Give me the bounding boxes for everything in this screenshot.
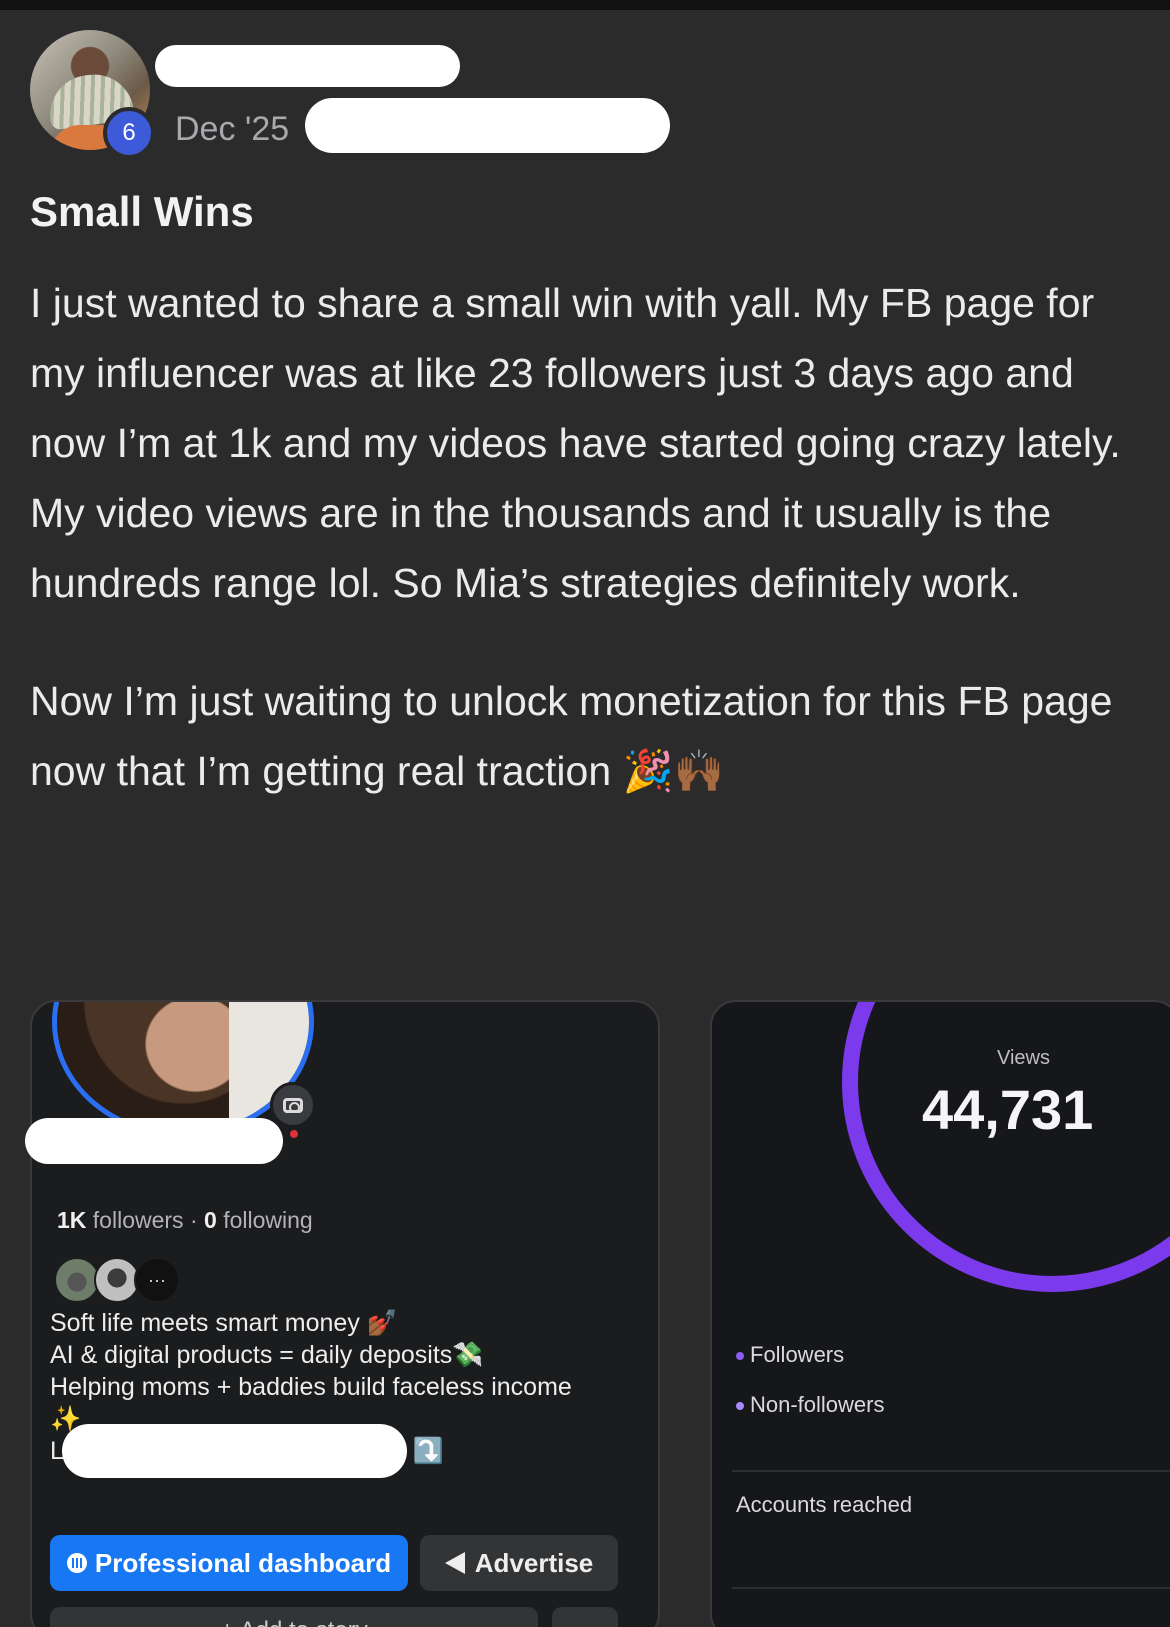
- bio-line: Soft life meets smart money 💅🏾: [50, 1309, 398, 1337]
- legend-non-followers: Non-followers: [736, 1392, 885, 1418]
- mutual-friends-avatars: ···: [54, 1257, 180, 1303]
- divider: [732, 1470, 1170, 1472]
- divider: [732, 1587, 1170, 1589]
- status-dot: [290, 1130, 298, 1138]
- followers-count: 1K: [57, 1207, 87, 1233]
- professional-dashboard-button[interactable]: Professional dashboard: [50, 1535, 408, 1591]
- followers-dot: [736, 1352, 744, 1361]
- insights-screenshot-card[interactable]: Views 44,731 Followers Non-followers Acc…: [710, 1000, 1170, 1627]
- post-date[interactable]: Dec '25: [175, 110, 289, 149]
- views-donut-ring: [842, 1002, 1170, 1292]
- post-paragraph-1: I just wanted to share a small win with …: [30, 280, 1121, 606]
- group-level-badge: 6: [103, 107, 155, 159]
- post-paragraph-2-text: Now I’m just waiting to unlock monetizat…: [30, 678, 1113, 794]
- top-status-bar: [0, 0, 1170, 10]
- dashboard-button-label: Professional dashboard: [94, 1547, 392, 1578]
- redacted-author-name: [155, 45, 460, 87]
- celebration-emoji: 🎉🙌🏾: [622, 747, 725, 795]
- redacted-profile-link: [62, 1424, 407, 1478]
- bio-line: AI & digital products = daily deposits💸: [50, 1341, 484, 1369]
- views-value: 44,731: [922, 1078, 1094, 1141]
- dashboard-icon: [66, 1553, 87, 1573]
- post-title: Small Wins: [30, 188, 254, 235]
- more-options-button[interactable]: [552, 1607, 618, 1627]
- advertise-button-label: Advertise: [474, 1547, 594, 1578]
- redacted-post-meta: [305, 98, 670, 153]
- more-friends-icon: ···: [134, 1257, 180, 1303]
- views-label: Views: [997, 1047, 1050, 1069]
- add-to-story-button[interactable]: + Add to story: [50, 1607, 538, 1627]
- post-paragraph-2: Now I’m just waiting to unlock monetizat…: [30, 666, 1140, 806]
- bio-line: Helping moms + baddies build faceless in…: [50, 1373, 572, 1401]
- following-count: 0: [204, 1207, 217, 1233]
- accounts-reached-label: Accounts reached: [736, 1492, 913, 1517]
- non-followers-dot: [736, 1402, 744, 1411]
- profile-screenshot-card[interactable]: 1K followers · 0 following ··· Soft life…: [30, 1000, 660, 1627]
- following-label: following: [223, 1207, 313, 1233]
- profile-stats: 1K followers · 0 following: [57, 1207, 313, 1234]
- post-body: I just wanted to share a small win with …: [30, 268, 1140, 806]
- legend-followers: Followers: [736, 1342, 844, 1368]
- camera-icon: [270, 1082, 316, 1128]
- legend-non-followers-label: Non-followers: [750, 1392, 885, 1417]
- stats-separator: ·: [189, 1207, 198, 1233]
- followers-label: followers: [92, 1207, 184, 1233]
- legend-followers-label: Followers: [750, 1342, 845, 1367]
- advertise-button[interactable]: Advertise: [420, 1535, 618, 1591]
- megaphone-icon: [444, 1552, 465, 1574]
- redacted-profile-name: [25, 1118, 283, 1164]
